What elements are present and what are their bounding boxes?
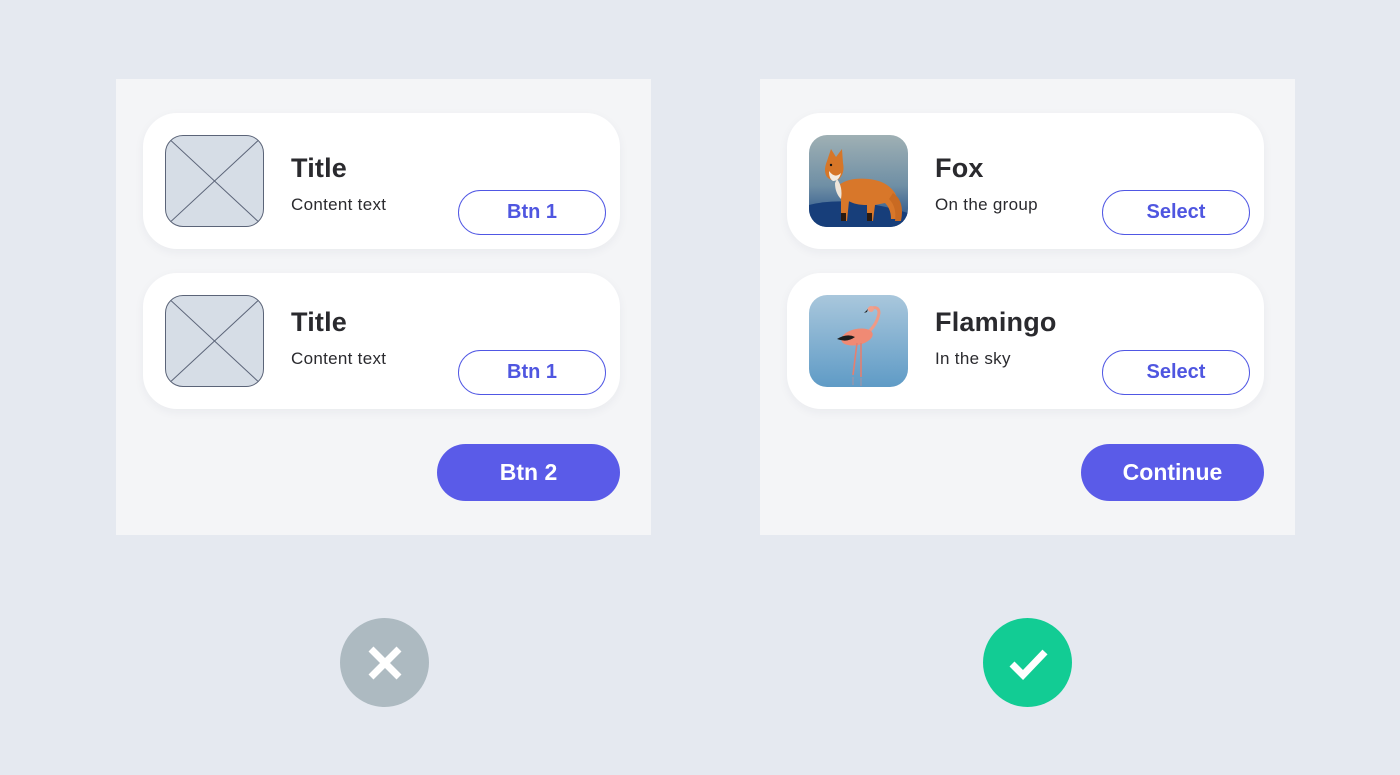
btn2-button[interactable]: Btn 2 (437, 444, 620, 501)
select-button[interactable]: Select (1102, 190, 1250, 235)
card-content-text: On the group (935, 195, 1038, 214)
list-item: Title Content text Btn 1 (143, 113, 620, 249)
select-button[interactable]: Select (1102, 350, 1250, 395)
continue-button[interactable]: Continue (1081, 444, 1264, 501)
card-title: Fox (935, 153, 984, 183)
card-title: Title (291, 307, 348, 337)
list-item: Flamingo In the sky Select (787, 273, 1264, 409)
image-placeholder-icon (165, 135, 264, 227)
check-icon (983, 618, 1072, 707)
fox-photo (809, 135, 908, 227)
bad-example-panel: Title Content text Btn 1 Title Content t… (116, 79, 651, 535)
btn1-button[interactable]: Btn 1 (458, 350, 606, 395)
list-item: Title Content text Btn 1 (143, 273, 620, 409)
card-title: Flamingo (935, 307, 1057, 337)
image-placeholder-icon (165, 295, 264, 387)
card-content-text: Content text (291, 195, 387, 214)
cross-icon (340, 618, 429, 707)
good-example-panel: Fox On the group Select Flamingo In the … (760, 79, 1295, 535)
card-content-text: Content text (291, 349, 387, 368)
card-title: Title (291, 153, 348, 183)
comparison-stage: Title Content text Btn 1 Title Content t… (0, 0, 1400, 775)
list-item: Fox On the group Select (787, 113, 1264, 249)
card-content-text: In the sky (935, 349, 1011, 368)
btn1-button[interactable]: Btn 1 (458, 190, 606, 235)
flamingo-photo (809, 295, 908, 387)
